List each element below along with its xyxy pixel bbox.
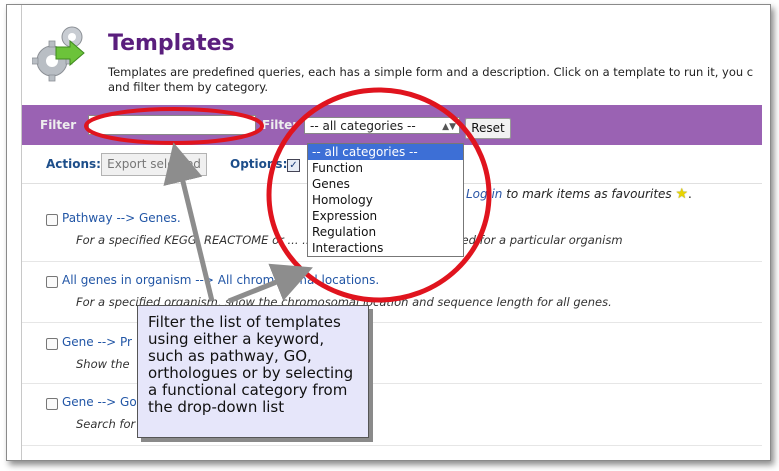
row-divider [22,261,762,262]
reset-button[interactable]: Reset [465,118,511,139]
description-line-1: Templates are predefined queries, each h… [108,65,754,79]
row-divider [22,322,762,323]
template-checkbox[interactable] [46,398,58,410]
template-checkbox[interactable] [46,276,58,288]
template-checkbox[interactable] [46,338,58,350]
page-title: Templates [108,31,235,56]
category-select-value: -- all categories -- [310,119,416,133]
filter-label: Filter [40,118,77,132]
login-link[interactable]: Log in [466,187,502,201]
star-icon: ★ [675,186,689,202]
dropdown-option[interactable]: Homology [308,192,463,208]
template-link[interactable]: Gene --> Go [62,395,137,409]
description-line-2: and filter them by category. [108,80,269,94]
template-checkbox[interactable] [46,214,58,226]
template-description: Search for [76,417,136,431]
template-link[interactable]: Gene --> Pr [62,335,132,349]
options-checkbox[interactable]: ✓ [287,159,300,172]
screenshot-frame: Templates Templates are predefined queri… [6,4,771,461]
category-select[interactable]: -- all categories -- ▲▼ [304,117,460,134]
favourites-text: to mark items as favourites [502,187,672,201]
select-arrow-icon: ▲▼ [442,122,456,132]
filter-category-label: Filter [262,118,299,132]
template-description: Show the [76,357,130,371]
filter-bar: Filter Filter -- all categories -- ▲▼ Re… [22,105,762,145]
category-dropdown-list: -- all categories -- Function Genes Homo… [307,143,464,257]
options-label: Options: [230,157,288,171]
dropdown-option[interactable]: Genes [308,176,463,192]
dropdown-option[interactable]: Function [308,160,463,176]
template-link[interactable]: All genes in organism --> All chromosoma… [62,273,379,287]
template-link[interactable]: Pathway --> Genes. [62,211,181,225]
dropdown-option[interactable]: Expression [308,208,463,224]
actions-label: Actions: [46,157,101,171]
row-divider [22,383,762,384]
dropdown-option[interactable]: Regulation [308,224,463,240]
dropdown-option[interactable]: Interactions [308,240,463,256]
page-description: Templates are predefined queries, each h… [108,65,762,95]
export-selected-button[interactable]: Export selected [101,153,207,176]
annotation-callout: Filter the list of templates using eithe… [137,305,369,438]
favourites-period: . [688,187,692,201]
filter-text-input[interactable] [88,115,256,135]
row-divider [22,445,762,446]
templates-gear-icon [32,26,85,82]
favourites-hint: Log in to mark items as favourites ★. [466,186,692,202]
dropdown-option[interactable]: -- all categories -- [308,144,463,160]
